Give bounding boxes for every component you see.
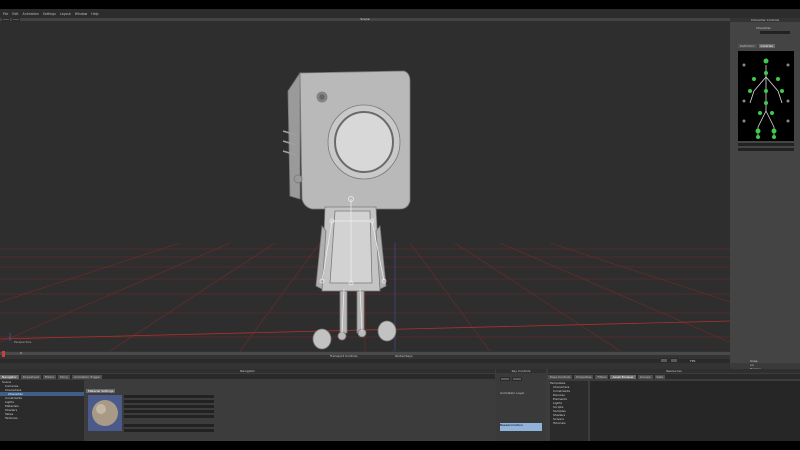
stop-button[interactable] [670, 358, 678, 363]
property-row[interactable] [124, 429, 214, 432]
asset-folder[interactable]: Tutorials [550, 421, 588, 425]
tab-filters-res[interactable]: Filters [595, 374, 609, 379]
tab-dopesheet[interactable]: Dopesheet [20, 374, 41, 379]
menu-animation[interactable]: Animation [23, 12, 39, 16]
tab-filters[interactable]: Filters [42, 374, 56, 379]
material-settings-tab[interactable]: Material Settings [86, 389, 116, 393]
key-controls-panel: Key Controls Animation Layer BaseAnimati… [496, 369, 546, 441]
character-property-row-1[interactable] [738, 143, 794, 146]
keyframe-track[interactable] [0, 359, 730, 363]
menu-window[interactable]: Window [75, 12, 88, 16]
tab-pose-controls[interactable]: Pose Controls [548, 374, 573, 379]
key-mode-button[interactable] [512, 377, 522, 381]
navigator-title: Navigator [0, 369, 495, 373]
base-animation-layer[interactable]: BaseAnimation [500, 423, 542, 431]
timeline-playhead[interactable] [2, 351, 5, 357]
character-selector[interactable] [760, 31, 790, 34]
letterbox-top [0, 0, 800, 9]
menu-edit[interactable]: Edit [12, 12, 18, 16]
character-property-row-2[interactable] [738, 148, 794, 151]
character-model[interactable] [282, 70, 411, 350]
resources-title: Resources [548, 369, 800, 373]
fps-label: FPS [690, 359, 696, 363]
character-controls-title: Character Controls [730, 18, 800, 22]
material-properties [124, 395, 224, 439]
bottom-panels: Navigator Navigator Dopesheet Filters St… [0, 369, 800, 441]
letterbox-bottom [0, 441, 800, 450]
asset-tree[interactable]: Templates Characters Constraints Devices… [550, 381, 588, 441]
transport-controls-label: Transport Controls [330, 354, 358, 358]
menu-settings[interactable]: Settings [43, 12, 56, 16]
property-row[interactable] [124, 415, 214, 418]
character-controls-panel: Character Controls Definition Controls C… [730, 18, 800, 363]
property-row[interactable] [124, 395, 214, 398]
material-preview [88, 395, 122, 431]
scene-tree[interactable]: Scene Cameras Characters Character Const… [0, 380, 84, 441]
tab-groups[interactable]: Groups [637, 374, 653, 379]
key-button[interactable] [500, 377, 510, 381]
animation-layer-label: Animation Layer [500, 391, 525, 395]
tab-controls[interactable]: Controls [758, 43, 775, 48]
tab-sets[interactable]: Sets [654, 374, 665, 379]
scene-render [0, 70, 730, 351]
timeline-ruler[interactable] [0, 352, 730, 355]
current-frame-label: 0 [20, 351, 22, 355]
menu-layout[interactable]: Layout [60, 12, 71, 16]
property-row[interactable] [124, 410, 214, 413]
tab-story[interactable]: Story [57, 374, 70, 379]
play-button[interactable] [660, 358, 668, 363]
tab-asset-browser[interactable]: Asset Browser [610, 374, 636, 379]
menu-bar: File Edit Animation Settings Layout Wind… [0, 9, 800, 18]
tree-item[interactable]: Textures [0, 416, 84, 420]
asset-view[interactable] [590, 381, 800, 441]
character-label: Character [756, 26, 771, 30]
tab-navigator[interactable]: Navigator [0, 374, 19, 379]
tab-properties[interactable]: Properties [574, 374, 594, 379]
menu-file[interactable]: File [3, 12, 8, 16]
character-figure-view[interactable] [738, 51, 794, 141]
key-controls-title: Key Controls [496, 369, 546, 373]
camera-label: Perspective [14, 340, 32, 344]
property-row[interactable] [124, 424, 214, 427]
menu-help[interactable]: Help [91, 12, 98, 16]
property-row[interactable] [124, 400, 214, 403]
tab-definition[interactable]: Definition [738, 43, 757, 48]
timeline-panel: 0 Transport Controls Global Keys FPS Sna… [0, 351, 761, 371]
application-window: File Edit Animation Settings Layout Wind… [0, 9, 800, 441]
global-keys-label: Global Keys [395, 354, 413, 358]
3d-viewport[interactable]: Perspective [0, 21, 730, 351]
property-row[interactable] [124, 405, 214, 408]
tab-animation-trigger[interactable]: Animation Trigger [71, 374, 103, 379]
